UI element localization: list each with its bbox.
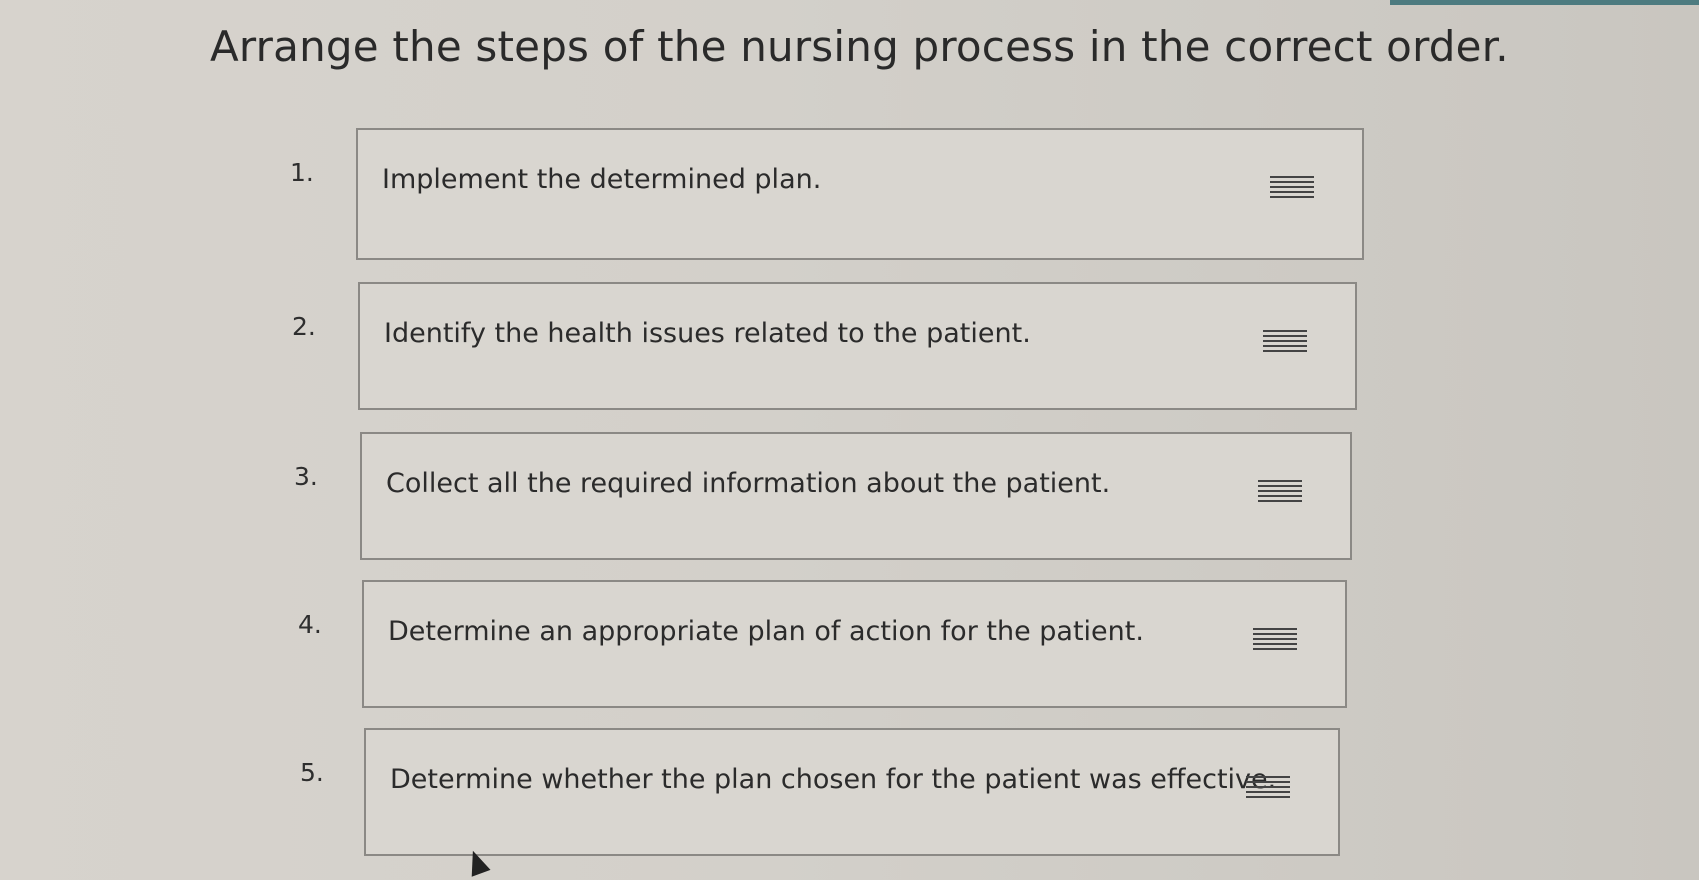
step-number: 1. [290, 158, 314, 187]
step-text: Determine an appropriate plan of action … [388, 616, 1144, 647]
step-item-box[interactable]: Identify the health issues related to th… [358, 282, 1357, 410]
step-text: Collect all the required information abo… [386, 468, 1111, 499]
drag-handle-icon[interactable] [1253, 628, 1297, 652]
step-number: 4. [298, 610, 322, 639]
step-text: Determine whether the plan chosen for th… [390, 764, 1277, 795]
drag-handle-icon[interactable] [1263, 330, 1307, 354]
step-number: 5. [300, 758, 324, 787]
drag-handle-icon[interactable] [1258, 480, 1302, 504]
step-text: Identify the health issues related to th… [384, 318, 1031, 349]
step-text: Implement the determined plan. [382, 164, 822, 195]
drag-handle-icon[interactable] [1246, 776, 1290, 800]
step-item-box[interactable]: Determine an appropriate plan of action … [362, 580, 1347, 708]
step-item-box[interactable]: Collect all the required information abo… [360, 432, 1352, 560]
step-item-box[interactable]: Implement the determined plan. [356, 128, 1364, 260]
drag-handle-icon[interactable] [1270, 176, 1314, 200]
step-number: 2. [292, 312, 316, 341]
ordering-list: 1. Implement the determined plan. 2. Ide… [0, 0, 1699, 880]
step-item-box[interactable]: Determine whether the plan chosen for th… [364, 728, 1340, 856]
step-number: 3. [294, 462, 318, 491]
